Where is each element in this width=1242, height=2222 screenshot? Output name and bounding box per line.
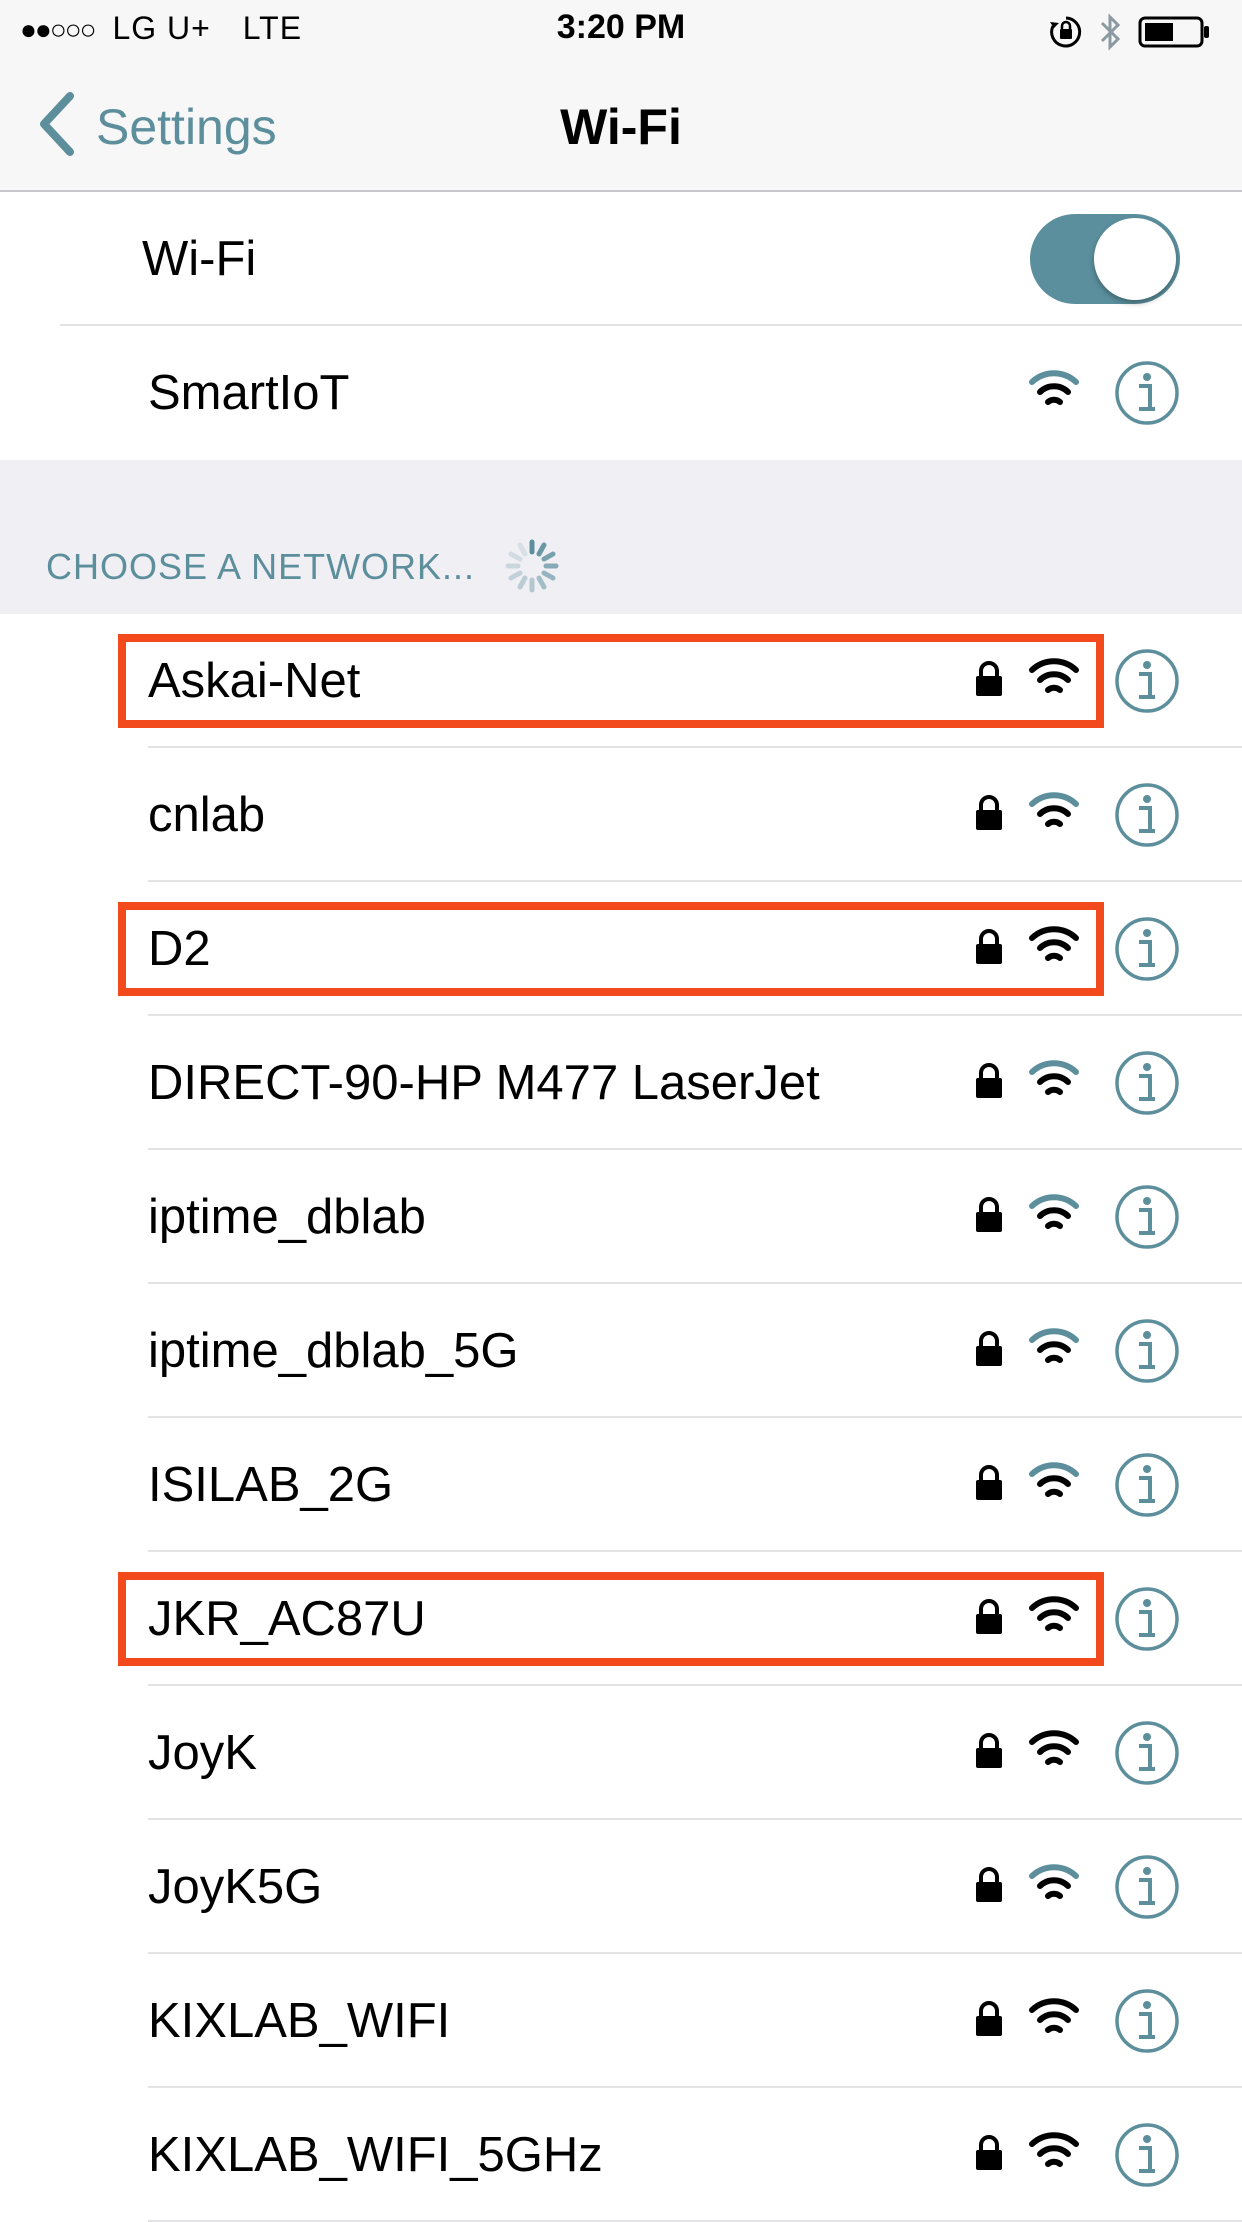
wifi-signal-icon (1028, 920, 1080, 975)
connected-network-name: SmartIoT (148, 366, 350, 420)
info-icon[interactable] (1114, 360, 1180, 426)
info-icon[interactable] (1114, 2122, 1180, 2188)
connected-network-row[interactable]: SmartIoT (0, 326, 1242, 460)
network-row[interactable]: iptime_dblab (0, 1150, 1242, 1284)
lock-icon (974, 793, 1004, 838)
network-row[interactable]: JoyK5G (0, 1820, 1242, 1954)
wifi-signal-icon (1028, 1456, 1080, 1511)
wifi-signal-icon (1028, 786, 1080, 841)
wifi-signal-icon (1028, 1724, 1080, 1779)
network-row[interactable]: Askai-Net (0, 614, 1242, 748)
network-row[interactable]: cnlab (0, 748, 1242, 882)
wifi-signal-icon (1028, 1590, 1080, 1645)
wifi-toggle-row: Wi-Fi (0, 192, 1242, 326)
bluetooth-icon (1098, 12, 1124, 52)
network-name: JoyK (148, 1726, 257, 1780)
network-row[interactable]: ISILAB_2G (0, 1418, 1242, 1552)
network-name: JoyK5G (148, 1860, 323, 1914)
page-title: Wi-Fi (560, 99, 682, 155)
lock-icon (974, 1463, 1004, 1508)
network-name: KIXLAB_WIFI (148, 1994, 451, 2048)
info-icon[interactable] (1114, 782, 1180, 848)
info-icon[interactable] (1114, 1452, 1180, 1518)
lock-icon (974, 1865, 1004, 1910)
info-icon[interactable] (1114, 1854, 1180, 1920)
rotation-lock-icon (1048, 14, 1084, 50)
lock-icon (974, 1195, 1004, 1240)
network-row[interactable]: DIRECT-90-HP M477 LaserJet (0, 1016, 1242, 1150)
network-name: D2 (148, 922, 211, 976)
toggle-knob (1094, 218, 1176, 300)
wifi-signal-icon (1028, 2126, 1080, 2181)
lock-icon (974, 659, 1004, 704)
network-name: DIRECT-90-HP M477 LaserJet (148, 1056, 820, 1110)
info-icon[interactable] (1114, 916, 1180, 982)
section-header: CHOOSE A NETWORK... (0, 460, 1242, 614)
loading-spinner-icon (500, 534, 564, 603)
battery-icon (1138, 15, 1212, 49)
wifi-toggle-label: Wi-Fi (142, 232, 257, 286)
info-icon[interactable] (1114, 1318, 1180, 1384)
network-row[interactable]: JKR_AC87U (0, 1552, 1242, 1686)
lock-icon (974, 2133, 1004, 2178)
network-name: KIXLAB_WIFI_5GHz (148, 2128, 603, 2182)
network-name: cnlab (148, 788, 266, 842)
lock-icon (974, 927, 1004, 972)
navigation-bar: Settings Wi-Fi (0, 62, 1242, 192)
info-icon[interactable] (1114, 648, 1180, 714)
network-row[interactable]: KIXLAB_WIFI_5GHz (0, 2088, 1242, 2222)
network-name: iptime_dblab (148, 1190, 426, 1244)
network-row[interactable]: D2 (0, 882, 1242, 1016)
network-name: JKR_AC87U (148, 1592, 426, 1646)
info-icon[interactable] (1114, 1184, 1180, 1250)
network-name: Askai-Net (148, 654, 361, 708)
wifi-toggle[interactable] (1030, 214, 1180, 304)
info-icon[interactable] (1114, 1988, 1180, 2054)
lock-icon (974, 1329, 1004, 1374)
info-icon[interactable] (1114, 1586, 1180, 1652)
wifi-signal-icon (1028, 1858, 1080, 1913)
wifi-signal-icon (1028, 1188, 1080, 1243)
wifi-signal-icon (1028, 1992, 1080, 2047)
network-row[interactable]: JoyK (0, 1686, 1242, 1820)
wifi-signal-icon (1028, 1322, 1080, 1377)
network-name: iptime_dblab_5G (148, 1324, 519, 1378)
lock-icon (974, 1999, 1004, 2044)
info-icon[interactable] (1114, 1720, 1180, 1786)
info-icon[interactable] (1114, 1050, 1180, 1116)
wifi-signal-icon (1028, 652, 1080, 707)
choose-network-label: CHOOSE A NETWORK... (46, 546, 476, 587)
wifi-signal-icon (1028, 364, 1080, 419)
wifi-signal-icon (1028, 1054, 1080, 1109)
lock-icon (974, 1597, 1004, 1642)
status-bar: ●●○○○ LG U+ LTE 3:20 PM (0, 0, 1242, 62)
network-row[interactable]: iptime_dblab_5G (0, 1284, 1242, 1418)
lock-icon (974, 1731, 1004, 1776)
network-row[interactable]: KIXLAB_WIFI (0, 1954, 1242, 2088)
lock-icon (974, 1061, 1004, 1106)
network-name: ISILAB_2G (148, 1458, 394, 1512)
